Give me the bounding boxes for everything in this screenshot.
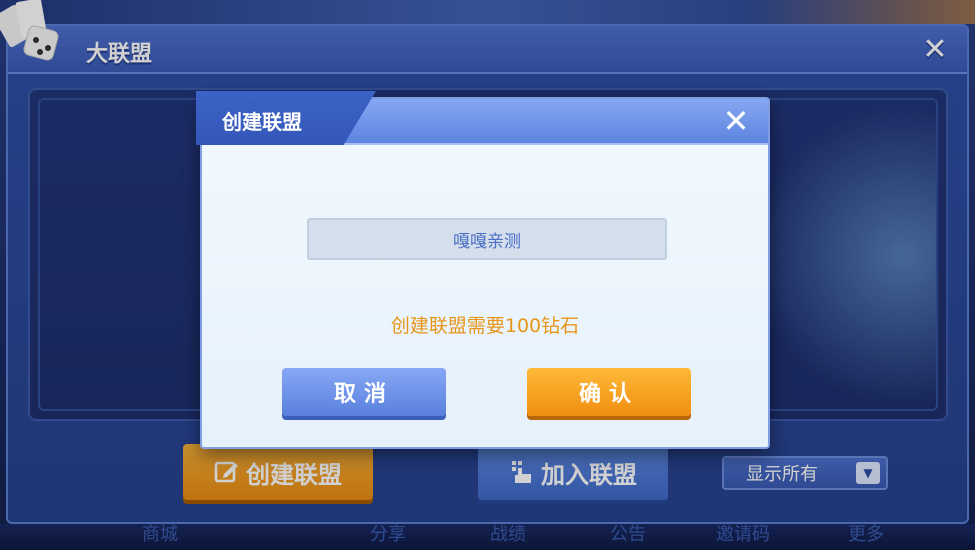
alliance-name-input[interactable] bbox=[307, 218, 667, 260]
cancel-button[interactable]: 取消 bbox=[282, 368, 446, 416]
confirm-label: 确认 bbox=[578, 382, 639, 407]
create-alliance-dialog: 创建联盟 ✕ 创建联盟需要100钻石 取消 确认 bbox=[196, 91, 770, 449]
cancel-label: 取消 bbox=[333, 382, 394, 407]
cost-notice: 创建联盟需要100钻石 bbox=[390, 315, 580, 337]
dialog-close-icon[interactable]: ✕ bbox=[720, 104, 752, 138]
dialog-header: 创建联盟 ✕ bbox=[196, 91, 768, 145]
dialog-title: 创建联盟 bbox=[222, 110, 302, 134]
confirm-button[interactable]: 确认 bbox=[527, 368, 691, 416]
